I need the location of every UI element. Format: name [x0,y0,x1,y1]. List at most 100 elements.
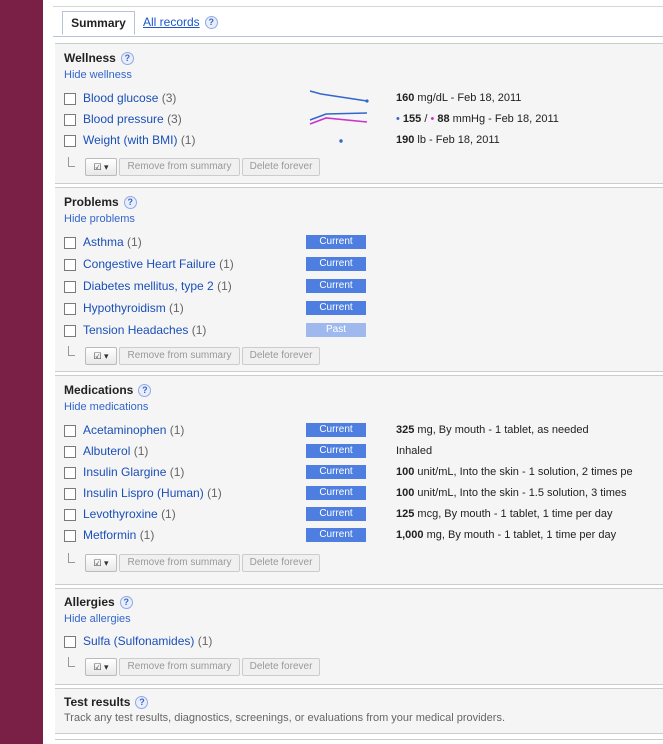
select-dropdown-button[interactable]: ☑ ▾ [85,347,117,365]
help-icon[interactable]: ? [119,596,133,609]
systolic-bullet: • [396,113,403,125]
status-badge: Current [306,444,366,458]
item-link[interactable]: Weight (with BMI) (1) [83,133,195,147]
section-title: Test results? [64,695,149,709]
status-badge: Current [306,528,366,542]
row-checkbox[interactable] [64,135,76,147]
delete-forever-button[interactable]: Delete forever [242,554,320,572]
item-link[interactable]: Hypothyroidism (1) [83,301,184,315]
row-checkbox[interactable] [64,325,76,337]
item-link[interactable]: Insulin Glargine (1) [83,465,184,479]
item-name: Asthma [83,235,124,249]
row-checkbox[interactable] [64,425,76,437]
item-value: 190 [396,134,415,146]
remove-from-summary-button[interactable]: Remove from summary [119,347,240,365]
item-detail: 100 unit/mL, Into the skin - 1 solution,… [396,466,633,478]
row-checkbox[interactable] [64,93,76,105]
item-link[interactable]: Blood pressure (3) [83,112,182,126]
allergies-section: Allergies? Hide allergies Sulfa (Sulfona… [55,588,663,685]
row-checkbox[interactable] [64,281,76,293]
dose-detail: unit/mL, Into the skin - 1 solution, 2 t… [414,466,633,478]
item-name: Sulfa (Sulfonamides) [83,634,195,648]
help-icon[interactable]: ? [123,196,137,209]
help-icon[interactable]: ? [120,52,134,65]
item-link[interactable]: Asthma (1) [83,235,142,249]
row-checkbox[interactable] [64,530,76,542]
item-name: Diabetes mellitus, type 2 [83,279,214,293]
row-checkbox[interactable] [64,467,76,479]
list-item: Tension Headaches (1) Past [64,322,663,340]
item-link[interactable]: Albuterol (1) [83,444,148,458]
item-link[interactable]: Levothyroxine (1) [83,507,176,521]
status-badge: Current [306,423,366,437]
wellness-section: Wellness? Hide wellness Blood glucose (3… [55,43,663,184]
dose-value: 125 [396,508,415,520]
row-checkbox[interactable] [64,237,76,249]
item-detail: 190 lb - Feb 18, 2011 [396,134,500,146]
remove-from-summary-button[interactable]: Remove from summary [119,158,240,176]
item-name: Metformin [83,528,137,542]
delete-forever-button[interactable]: Delete forever [242,347,320,365]
tree-elbow [68,346,75,356]
item-name: Congestive Heart Failure [83,257,216,271]
row-checkbox[interactable] [64,259,76,271]
status-badge: Current [306,235,366,249]
tree-elbow [68,657,75,667]
item-link[interactable]: Tension Headaches (1) [83,323,206,337]
row-checkbox[interactable] [64,488,76,500]
list-item: Metformin (1) Current 1,000 mg, By mouth… [64,527,663,545]
item-value: 160 [396,92,415,104]
tab-all-records[interactable]: All records? [143,11,218,33]
row-checkbox[interactable] [64,636,76,648]
section-title: Medications? [64,383,152,397]
item-name: Levothyroxine [83,507,158,521]
item-detail: 325 mg, By mouth - 1 tablet, as needed [396,424,589,436]
delete-forever-button[interactable]: Delete forever [242,658,320,676]
help-icon[interactable]: ? [204,16,218,29]
item-name: Acetaminophen [83,423,167,437]
select-dropdown-button[interactable]: ☑ ▾ [85,554,117,572]
hide-allergies-link[interactable]: Hide allergies [64,613,131,625]
hide-medications-link[interactable]: Hide medications [64,401,148,413]
hide-problems-link[interactable]: Hide problems [64,213,135,225]
item-name: Weight (with BMI) [83,133,178,147]
list-item: Blood glucose (3) 160 mg/dL - Feb 18, 20… [64,90,663,108]
test-results-title: Test results [64,695,131,709]
list-item: Insulin Lispro (Human) (1) Current 100 u… [64,485,663,503]
remove-from-summary-button[interactable]: Remove from summary [119,554,240,572]
hide-wellness-link[interactable]: Hide wellness [64,69,132,81]
item-name: Tension Headaches [83,323,189,337]
item-link[interactable]: Sulfa (Sulfonamides) (1) [83,634,212,648]
dose-value: 100 [396,466,415,478]
item-link[interactable]: Acetaminophen (1) [83,423,184,437]
item-count: (1) [139,528,155,542]
item-link[interactable]: Insulin Lispro (Human) (1) [83,486,222,500]
item-name: Blood pressure [83,112,164,126]
item-link[interactable]: Diabetes mellitus, type 2 (1) [83,279,232,293]
item-count: (1) [133,444,149,458]
select-dropdown-button[interactable]: ☑ ▾ [85,158,117,176]
item-link[interactable]: Congestive Heart Failure (1) [83,257,234,271]
help-icon[interactable]: ? [135,696,149,709]
list-item: Sulfa (Sulfonamides) (1) [64,633,663,651]
tab-all-records-label: All records [143,15,200,29]
row-checkbox[interactable] [64,446,76,458]
dose-detail: Inhaled [396,445,433,457]
select-dropdown-button[interactable]: ☑ ▾ [85,658,117,676]
remove-from-summary-button[interactable]: Remove from summary [119,658,240,676]
sparkline-segment [309,90,322,95]
item-link[interactable]: Metformin (1) [83,528,154,542]
allergies-title: Allergies [64,595,115,609]
dose-detail: unit/mL, Into the skin - 1.5 solution, 3… [414,487,627,499]
item-unit: mg/dL - Feb 18, 2011 [414,92,522,104]
item-count: (1) [169,301,184,315]
delete-forever-button[interactable]: Delete forever [242,158,320,176]
help-icon[interactable]: ? [138,384,152,397]
tab-summary[interactable]: Summary [62,11,135,35]
problems-section: Problems? Hide problems Asthma (1) Curre… [55,187,663,372]
row-checkbox[interactable] [64,114,76,126]
dose-value: 1,000 [396,529,424,541]
row-checkbox[interactable] [64,509,76,521]
item-link[interactable]: Blood glucose (3) [83,91,176,105]
row-checkbox[interactable] [64,303,76,315]
